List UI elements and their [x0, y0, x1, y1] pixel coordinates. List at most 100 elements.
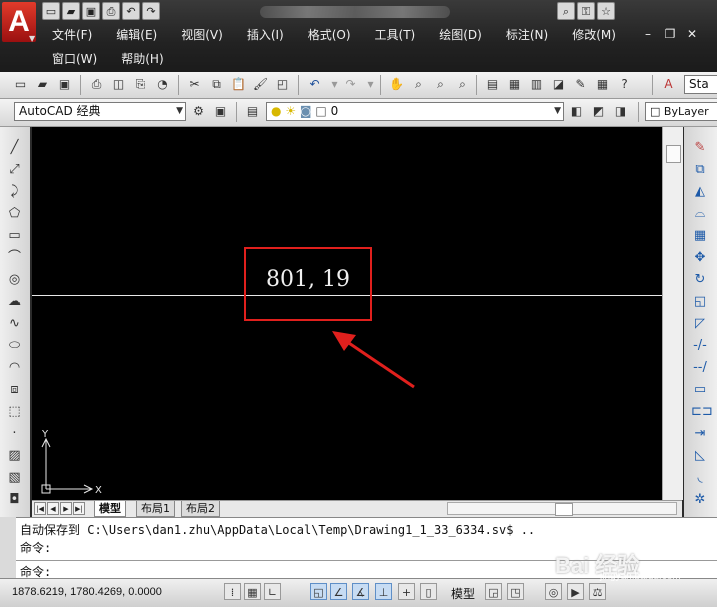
- text-style-combo[interactable]: Sta: [684, 75, 717, 94]
- save-icon[interactable]: ▣: [82, 2, 100, 20]
- plot-preview-icon[interactable]: ◫: [110, 76, 127, 93]
- layer-select[interactable]: ● ☀ ◙ □ 0 ▼: [266, 102, 564, 121]
- first-tab-icon[interactable]: |◀: [34, 502, 46, 515]
- arc-icon[interactable]: ⌒: [6, 249, 23, 266]
- 3d-dwf-icon[interactable]: ◔: [154, 76, 171, 93]
- color-select[interactable]: □ ByLayer: [645, 102, 717, 121]
- lineweight-icon[interactable]: ▯: [420, 583, 437, 600]
- ellipse-icon[interactable]: ⬭: [6, 337, 23, 354]
- menu-modify[interactable]: 修改(M): [572, 26, 616, 43]
- mirror-icon[interactable]: ◭: [691, 183, 709, 201]
- stretch-icon[interactable]: ◸: [691, 315, 709, 333]
- star-icon[interactable]: ☆: [597, 2, 615, 20]
- spline-icon[interactable]: ∿: [6, 315, 23, 332]
- save-icon[interactable]: ▣: [56, 76, 73, 93]
- hatch-icon[interactable]: ▨: [6, 447, 23, 464]
- redo-icon[interactable]: ↷: [342, 76, 359, 93]
- dynamic-input-icon[interactable]: +: [398, 583, 415, 600]
- plot-icon[interactable]: ⎙: [88, 76, 105, 93]
- open-folder-icon[interactable]: ▰: [62, 2, 80, 20]
- zoom-realtime-icon[interactable]: ⌕: [410, 76, 427, 93]
- layer-manager-icon[interactable]: ▤: [244, 103, 261, 120]
- object-snap-tracking-icon[interactable]: ∡: [352, 583, 369, 600]
- line-icon[interactable]: ╱: [6, 139, 23, 156]
- last-tab-icon[interactable]: ▶|: [73, 502, 85, 515]
- scale-icon[interactable]: ◱: [691, 293, 709, 311]
- model-space-button[interactable]: 模型: [451, 585, 475, 602]
- tool-palettes-icon[interactable]: ▥: [528, 76, 545, 93]
- scroll-thumb[interactable]: [666, 145, 681, 163]
- move-icon[interactable]: ✥: [691, 249, 709, 267]
- snap-mode-icon[interactable]: ⁞: [224, 583, 241, 600]
- menu-file[interactable]: 文件(F): [52, 26, 92, 43]
- copy-icon[interactable]: ⧉: [208, 76, 225, 93]
- layer-states-icon[interactable]: ◨: [612, 103, 629, 120]
- new-icon[interactable]: ▭: [12, 76, 29, 93]
- annotation-scale-icon[interactable]: ⚖: [589, 583, 606, 600]
- make-current-layer-icon[interactable]: ◧: [568, 103, 585, 120]
- grid-display-icon[interactable]: ▦: [244, 583, 261, 600]
- menu-help[interactable]: 帮助(H): [121, 50, 163, 67]
- tab-layout1[interactable]: 布局1: [136, 501, 175, 517]
- point-icon[interactable]: ·: [6, 425, 23, 442]
- offset-icon[interactable]: ⌓: [691, 205, 709, 223]
- polar-tracking-icon[interactable]: ◱: [310, 583, 327, 600]
- make-block-icon[interactable]: ⬚: [6, 403, 23, 420]
- copy-object-icon[interactable]: ⧉: [691, 161, 709, 179]
- horizontal-scrollbar[interactable]: [447, 502, 677, 516]
- menu-view[interactable]: 视图(V): [181, 26, 223, 43]
- help-icon[interactable]: ?: [616, 76, 633, 93]
- menu-window[interactable]: 窗口(W): [52, 50, 97, 67]
- drawing-area[interactable]: 801, 19 Y X: [32, 127, 662, 500]
- search-icon[interactable]: ⌕: [557, 2, 575, 20]
- workspace-select[interactable]: AutoCAD 经典 ▼: [14, 102, 186, 121]
- extend-icon[interactable]: --/: [691, 359, 709, 377]
- minimize-icon[interactable]: –: [640, 26, 656, 42]
- layer-previous-icon[interactable]: ◩: [590, 103, 607, 120]
- next-tab-icon[interactable]: ▶: [60, 502, 72, 515]
- region-icon[interactable]: ◘: [6, 491, 23, 508]
- quick-view-drawings-icon[interactable]: ◳: [507, 583, 524, 600]
- polygon-icon[interactable]: ⬠: [6, 205, 23, 222]
- publish-icon[interactable]: ⎘: [132, 76, 149, 93]
- rectangle-icon[interactable]: ▭: [6, 227, 23, 244]
- insert-block-icon[interactable]: ⧈: [6, 381, 23, 398]
- dynamic-ucs-icon[interactable]: ⊥: [375, 583, 392, 600]
- polyline-icon[interactable]: ⤸: [6, 183, 23, 200]
- quickcalc-icon[interactable]: ▦: [594, 76, 611, 93]
- restore-icon[interactable]: ❐: [662, 26, 678, 42]
- zoom-previous-icon[interactable]: ⌕: [454, 76, 471, 93]
- ellipse-arc-icon[interactable]: ◠: [6, 359, 23, 376]
- redo-icon[interactable]: ↷: [142, 2, 160, 20]
- match-properties-icon[interactable]: 🖌: [252, 76, 269, 93]
- cut-icon[interactable]: ✂: [186, 76, 203, 93]
- markup-icon[interactable]: ✎: [572, 76, 589, 93]
- circle-icon[interactable]: ◎: [6, 271, 23, 288]
- close-icon[interactable]: ✕: [684, 26, 700, 42]
- coordinate-readout[interactable]: 1878.6219, 1780.4269, 0.0000: [12, 586, 162, 598]
- undo-icon[interactable]: ↶: [122, 2, 140, 20]
- properties-icon[interactable]: ▤: [484, 76, 501, 93]
- erase-icon[interactable]: ✎: [691, 139, 709, 157]
- break-at-point-icon[interactable]: ▭: [691, 381, 709, 399]
- vertical-scrollbar[interactable]: [662, 127, 683, 500]
- trim-icon[interactable]: -/-: [691, 337, 709, 355]
- design-center-icon[interactable]: ▦: [506, 76, 523, 93]
- menu-edit[interactable]: 编辑(E): [116, 26, 157, 43]
- menu-dimension[interactable]: 标注(N): [506, 26, 548, 43]
- gradient-icon[interactable]: ▧: [6, 469, 23, 486]
- open-icon[interactable]: ▰: [34, 76, 51, 93]
- construction-line-icon[interactable]: ⤢: [6, 161, 23, 178]
- block-editor-icon[interactable]: ◰: [274, 76, 291, 93]
- menu-draw[interactable]: 绘图(D): [439, 26, 482, 43]
- text-style-icon[interactable]: A: [660, 76, 677, 93]
- pan-icon[interactable]: ✋: [388, 76, 405, 93]
- command-window-grip[interactable]: [0, 517, 16, 578]
- revision-cloud-icon[interactable]: ☁: [6, 293, 23, 310]
- object-snap-icon[interactable]: ∠: [330, 583, 347, 600]
- join-icon[interactable]: ⇥: [691, 425, 709, 443]
- prev-tab-icon[interactable]: ◀: [47, 502, 59, 515]
- tab-model[interactable]: 模型: [94, 501, 126, 517]
- menu-tools[interactable]: 工具(T): [375, 26, 416, 43]
- chamfer-icon[interactable]: ◺: [691, 447, 709, 465]
